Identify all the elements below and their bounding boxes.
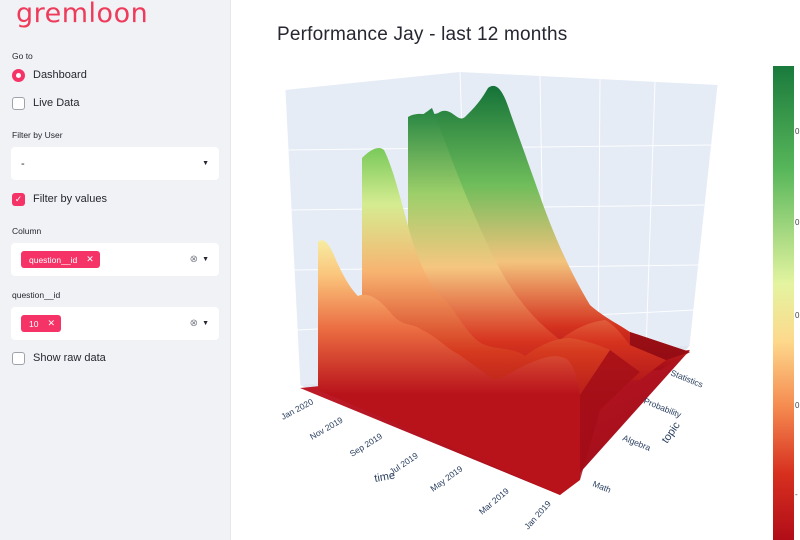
checkbox-icon: [12, 351, 25, 365]
question-id-tag: 10 ✕: [21, 315, 62, 332]
filter-user-select[interactable]: - ▼: [11, 147, 219, 180]
goto-label: Go to: [12, 51, 33, 61]
clear-icon[interactable]: ⊗: [190, 254, 198, 265]
x-tick-label: Nov 2019: [308, 415, 345, 442]
checkbox-icon: [12, 96, 25, 110]
question-id-tag-label: 10: [29, 318, 39, 329]
colorbar-tick-label: 0: [795, 127, 800, 136]
chevron-down-icon: ▼: [202, 160, 209, 167]
nav-option-label: Live Data: [33, 97, 80, 109]
remove-tag-icon[interactable]: ✕: [86, 254, 94, 265]
check-icon: ✓: [12, 192, 25, 206]
column-label: Column: [12, 226, 42, 236]
radio-selected-icon: [12, 68, 25, 82]
column-tag-label: question__id: [29, 254, 78, 265]
colorbar-tick-label: 0: [795, 218, 800, 227]
question-id-label: question__id: [12, 290, 61, 300]
x-axis-title: time: [373, 470, 396, 485]
nav-option-label: Dashboard: [33, 69, 87, 81]
page-title: Performance Jay - last 12 months: [277, 24, 568, 45]
x-tick-label: Jan 2019: [522, 498, 553, 531]
show-raw-data-checkbox[interactable]: Show raw data: [12, 350, 106, 366]
filter-by-values-checkbox[interactable]: ✓ Filter by values: [12, 191, 107, 207]
x-tick-label: Mar 2019: [477, 486, 511, 517]
question-id-multiselect[interactable]: 10 ✕ ⊗ ▼: [11, 307, 219, 340]
filter-by-values-label: Filter by values: [33, 193, 107, 205]
clear-icon[interactable]: ⊗: [190, 318, 198, 329]
filter-user-label: Filter by User: [12, 130, 63, 140]
chevron-down-icon: ▼: [202, 320, 209, 327]
show-raw-data-label: Show raw data: [33, 352, 106, 364]
filter-user-value: -: [21, 157, 25, 170]
y-tick-label: Algebra: [621, 433, 652, 453]
x-tick-label: May 2019: [428, 463, 464, 493]
colorbar: [773, 66, 794, 540]
app-logo: gremloon: [16, 0, 149, 29]
column-multiselect[interactable]: question__id ✕ ⊗ ▼: [11, 243, 219, 276]
column-tag: question__id ✕: [21, 251, 100, 268]
nav-option-dashboard[interactable]: Dashboard: [12, 67, 87, 83]
x-tick-label: Sep 2019: [348, 431, 384, 459]
surface-plot[interactable]: Jan 2020 Nov 2019 Sep 2019 Jul 2019 May …: [240, 60, 770, 540]
y-tick-label: Probability: [642, 396, 683, 420]
y-axis-title: topic: [660, 419, 683, 445]
colorbar-tick-label: 0: [795, 311, 800, 320]
remove-tag-icon[interactable]: ✕: [47, 318, 55, 329]
y-tick-label: Math: [591, 479, 613, 495]
y-tick-label: Statistics: [669, 368, 704, 390]
nav-option-live-data[interactable]: Live Data: [12, 95, 79, 111]
chevron-down-icon: ▼: [202, 256, 209, 263]
colorbar-tick-label: 0: [795, 401, 800, 410]
x-tick-label: Jan 2020: [279, 396, 315, 421]
colorbar-tick-label: -: [795, 490, 798, 499]
sidebar: gremloon Go to Dashboard Live Data Filte…: [0, 0, 231, 540]
